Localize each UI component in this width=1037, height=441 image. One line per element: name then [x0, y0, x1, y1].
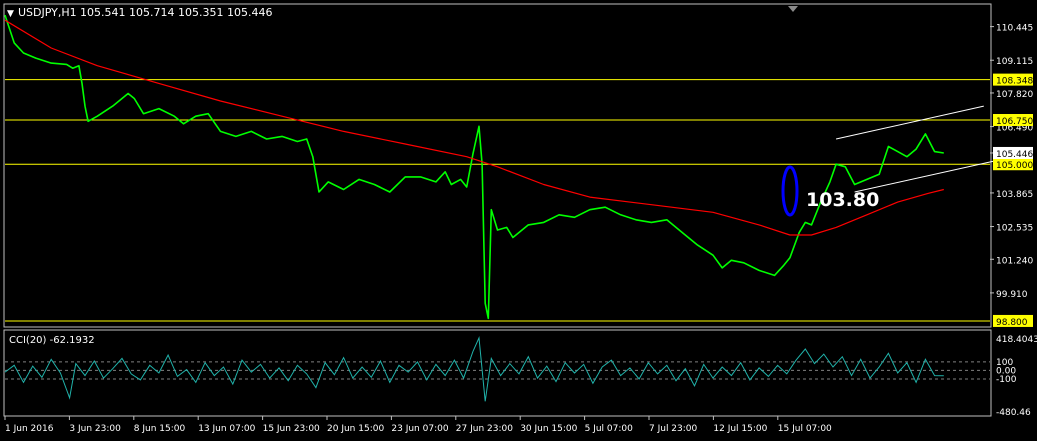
time-axis-label: 8 Jun 15:00	[134, 424, 186, 434]
price-axis-label: 107.820	[996, 90, 1033, 100]
price-axis-label: 103.865	[996, 190, 1033, 200]
time-axis-label: 1 Jun 2016	[5, 424, 54, 434]
cci-axis-label: -480.46	[996, 408, 1031, 418]
current-price-label: 105.446	[996, 150, 1033, 160]
level-price-tag-label: 108.348	[996, 77, 1033, 87]
price-axis-label: 101.240	[996, 256, 1033, 266]
time-axis-label: 20 Jun 15:00	[327, 424, 384, 434]
ohlc-values: 105.541 105.714 105.351 105.446	[80, 6, 272, 19]
time-axis-label: 5 Jul 07:00	[585, 424, 634, 434]
annotation-103-80: 103.80	[806, 189, 879, 211]
time-axis-label: 15 Jun 23:00	[263, 424, 320, 434]
time-axis-label: 12 Jul 15:00	[713, 424, 767, 434]
time-axis-label: 27 Jun 23:00	[456, 424, 513, 434]
cci-axis-label: 418.4043	[996, 335, 1037, 345]
time-axis-label: 7 Jul 23:00	[649, 424, 698, 434]
price-axis-label: 109.115	[996, 57, 1033, 67]
dropdown-arrow-icon[interactable]: ▼	[7, 9, 14, 19]
symbol-label: USDJPY,H1	[18, 6, 77, 19]
price-axis-label: 110.445	[996, 24, 1033, 34]
level-price-tag-label: 105.000	[996, 161, 1033, 171]
level-price-tag-label: 98.800	[996, 318, 1028, 328]
chart-background	[0, 0, 1037, 441]
time-axis-label: 3 Jun 23:00	[69, 424, 121, 434]
time-axis-label: 30 Jun 15:00	[520, 424, 577, 434]
level-price-tag-label: 106.750	[996, 117, 1033, 127]
time-axis-label: 23 Jun 07:00	[391, 424, 448, 434]
time-axis-label: 15 Jul 07:00	[778, 424, 832, 434]
cci-axis-label: -100	[996, 375, 1017, 385]
price-axis-label: 102.535	[996, 224, 1033, 234]
time-axis-label: 13 Jun 07:00	[198, 424, 255, 434]
cci-title: CCI(20) -62.1932	[9, 335, 95, 346]
chart-canvas[interactable]: 103.80 110.445109.115107.820106.490105.4…	[0, 0, 1037, 441]
price-axis-label: 99.910	[996, 290, 1028, 300]
